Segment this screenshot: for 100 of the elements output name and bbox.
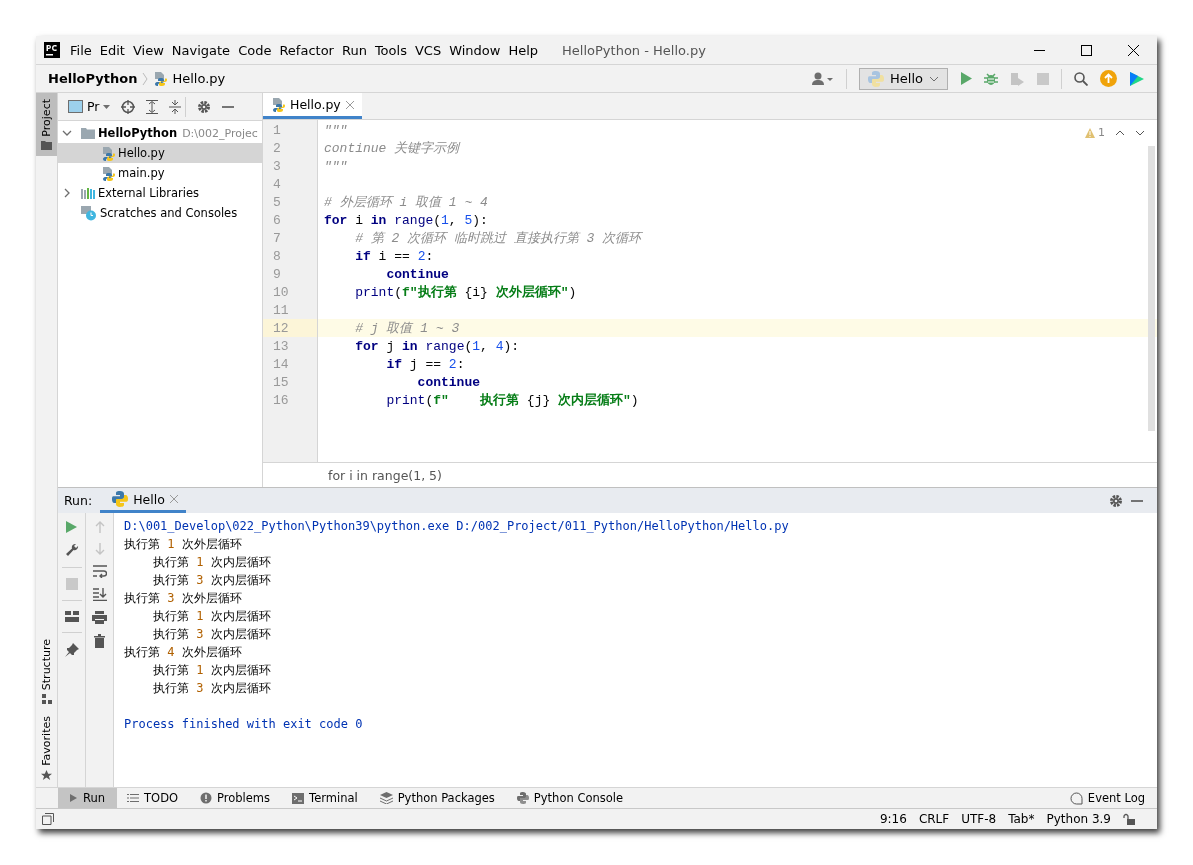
menu-item[interactable]: Help <box>504 42 543 58</box>
side-tab[interactable]: Favorites <box>36 710 57 787</box>
python-file-icon <box>101 165 115 181</box>
bug-icon[interactable] <box>984 71 998 86</box>
printer-icon[interactable] <box>92 611 107 624</box>
scrollbar[interactable] <box>1148 146 1155 431</box>
maximize-icon[interactable] <box>1081 44 1092 56</box>
editor-tab[interactable]: Hello.py <box>263 93 362 119</box>
python-icon <box>516 792 529 804</box>
console-line: Process finished with exit code 0 <box>124 717 363 731</box>
tree-item[interactable]: main.py <box>58 163 262 183</box>
console-line: 执行第 3 次内层循环 <box>151 681 271 695</box>
rerun-icon[interactable] <box>66 521 77 533</box>
tree-item[interactable]: Hello.py <box>58 143 262 163</box>
chevron-right-icon[interactable] <box>62 188 72 198</box>
run-icon[interactable] <box>960 72 972 85</box>
tool-window-button[interactable]: Problems <box>190 788 283 808</box>
menu-item[interactable]: Edit <box>95 42 129 58</box>
tool-window-button[interactable]: Run <box>58 788 118 808</box>
line-number: 2 <box>273 140 281 156</box>
folder-path: D:\002_Projec <box>182 126 258 140</box>
settings-icon[interactable] <box>197 99 212 114</box>
list-icon <box>127 793 140 803</box>
code-line: for i in range(1, 5): <box>324 212 488 228</box>
console-line: D:\001_Develop\022_Python\Python39\python.exe D:/002_Project/011_Python/HelloPython/Hello.py <box>124 519 789 533</box>
code-line: print(f"执行第 {i} 次外层循环") <box>354 284 577 301</box>
collapse-all-icon[interactable] <box>169 99 182 114</box>
tool-window-button[interactable]: Python Packages <box>369 788 507 808</box>
settings-icon[interactable] <box>1109 493 1123 508</box>
status-item[interactable]: UTF-8 <box>961 812 997 826</box>
pin-icon[interactable] <box>64 643 79 657</box>
chevron-down-icon[interactable] <box>1135 129 1145 136</box>
line-number: 6 <box>273 212 281 228</box>
status-item[interactable]: 9:16 <box>879 812 907 826</box>
tree-item[interactable]: External Libraries <box>58 183 262 203</box>
exclamation-icon <box>200 792 213 804</box>
plugin-logo-icon[interactable] <box>1129 70 1145 87</box>
warning-icon <box>1085 127 1095 138</box>
line-number: 4 <box>273 176 281 192</box>
line-number: 5 <box>273 194 281 210</box>
code-breadcrumb[interactable]: for i in range(1, 5) <box>328 467 442 483</box>
chevron-down-icon[interactable] <box>62 128 72 138</box>
line-number: 14 <box>273 356 289 372</box>
close-icon[interactable] <box>1128 44 1139 56</box>
code-line: # j 取值 1 ~ 3 <box>354 320 460 337</box>
user-dropdown-icon[interactable] <box>812 71 835 86</box>
code-line: """ <box>324 122 348 138</box>
code-line: continue 关键字示例 <box>324 140 460 157</box>
window-icon <box>68 100 83 113</box>
menu-item[interactable]: Run <box>337 42 371 58</box>
line-number: 12 <box>273 320 289 336</box>
crosshair-icon[interactable] <box>121 99 136 114</box>
project-view-dropdown[interactable]: Pr <box>87 99 100 114</box>
tool-window-button[interactable]: Terminal <box>282 788 370 808</box>
side-tab[interactable]: Structure <box>36 633 57 711</box>
menu-item[interactable]: View <box>128 42 168 58</box>
console-line: 执行第 1 次内层循环 <box>151 555 271 569</box>
status-item[interactable]: CRLF <box>918 812 950 826</box>
status-item[interactable]: Python 3.9 <box>1046 812 1111 826</box>
app-logo-icon <box>44 42 60 58</box>
chevron-up-icon[interactable] <box>1115 129 1125 136</box>
caret-icon <box>103 104 111 109</box>
scratch-clock-icon <box>81 205 97 221</box>
line-number: 15 <box>273 374 289 390</box>
layout-icon[interactable] <box>64 611 79 622</box>
event-log-button[interactable]: Event Log <box>1059 788 1157 808</box>
console-line: 执行第 1 次外层循环 <box>124 537 242 551</box>
menu-item[interactable]: Navigate <box>167 42 235 58</box>
status-item[interactable]: Tab* <box>1008 812 1035 826</box>
panel-toggle-icon[interactable] <box>42 813 54 825</box>
code-line: # 外层循环 i 取值 1 ~ 4 <box>324 194 488 211</box>
breadcrumb-project[interactable]: HelloPython <box>48 71 138 86</box>
wrench-icon[interactable] <box>64 543 79 557</box>
side-tab[interactable]: Project <box>36 93 57 156</box>
line-number: 11 <box>273 302 289 318</box>
speech-bubble-icon <box>1069 791 1083 805</box>
menu-item[interactable]: File <box>66 42 96 58</box>
expand-all-icon[interactable] <box>146 99 159 114</box>
code-line: continue <box>416 374 481 390</box>
menu-item[interactable]: Tools <box>370 42 411 58</box>
python-file-icon <box>101 145 115 161</box>
soft-wrap-icon[interactable] <box>92 565 107 578</box>
menu-item[interactable]: Refactor <box>275 42 338 58</box>
run-config-dropdown[interactable]: Hello <box>859 67 948 90</box>
line-number: 9 <box>273 266 281 282</box>
tool-window-button[interactable]: TODO <box>117 788 191 808</box>
menu-item[interactable]: Window <box>445 42 505 58</box>
trash-icon[interactable] <box>94 634 105 648</box>
menu-item[interactable]: Code <box>234 42 276 58</box>
warning-count[interactable]: 1 <box>1085 126 1105 139</box>
search-icon[interactable] <box>1074 71 1088 86</box>
tree-item[interactable]: HelloPython D:\002_Projec <box>58 123 262 143</box>
code-line: # 第 2 次循环 临时跳过 直接执行第 3 次循环 <box>354 230 642 247</box>
console-line: 执行第 1 次内层循环 <box>151 609 271 623</box>
scroll-to-end-icon[interactable] <box>92 588 107 601</box>
breadcrumb-file[interactable]: Hello.py <box>172 71 226 86</box>
menu-item[interactable]: VCS <box>410 42 446 58</box>
tree-item[interactable]: Scratches and Consoles <box>58 203 262 223</box>
tool-window-button[interactable]: Python Console <box>506 788 636 808</box>
unlock-icon[interactable] <box>1123 813 1135 825</box>
